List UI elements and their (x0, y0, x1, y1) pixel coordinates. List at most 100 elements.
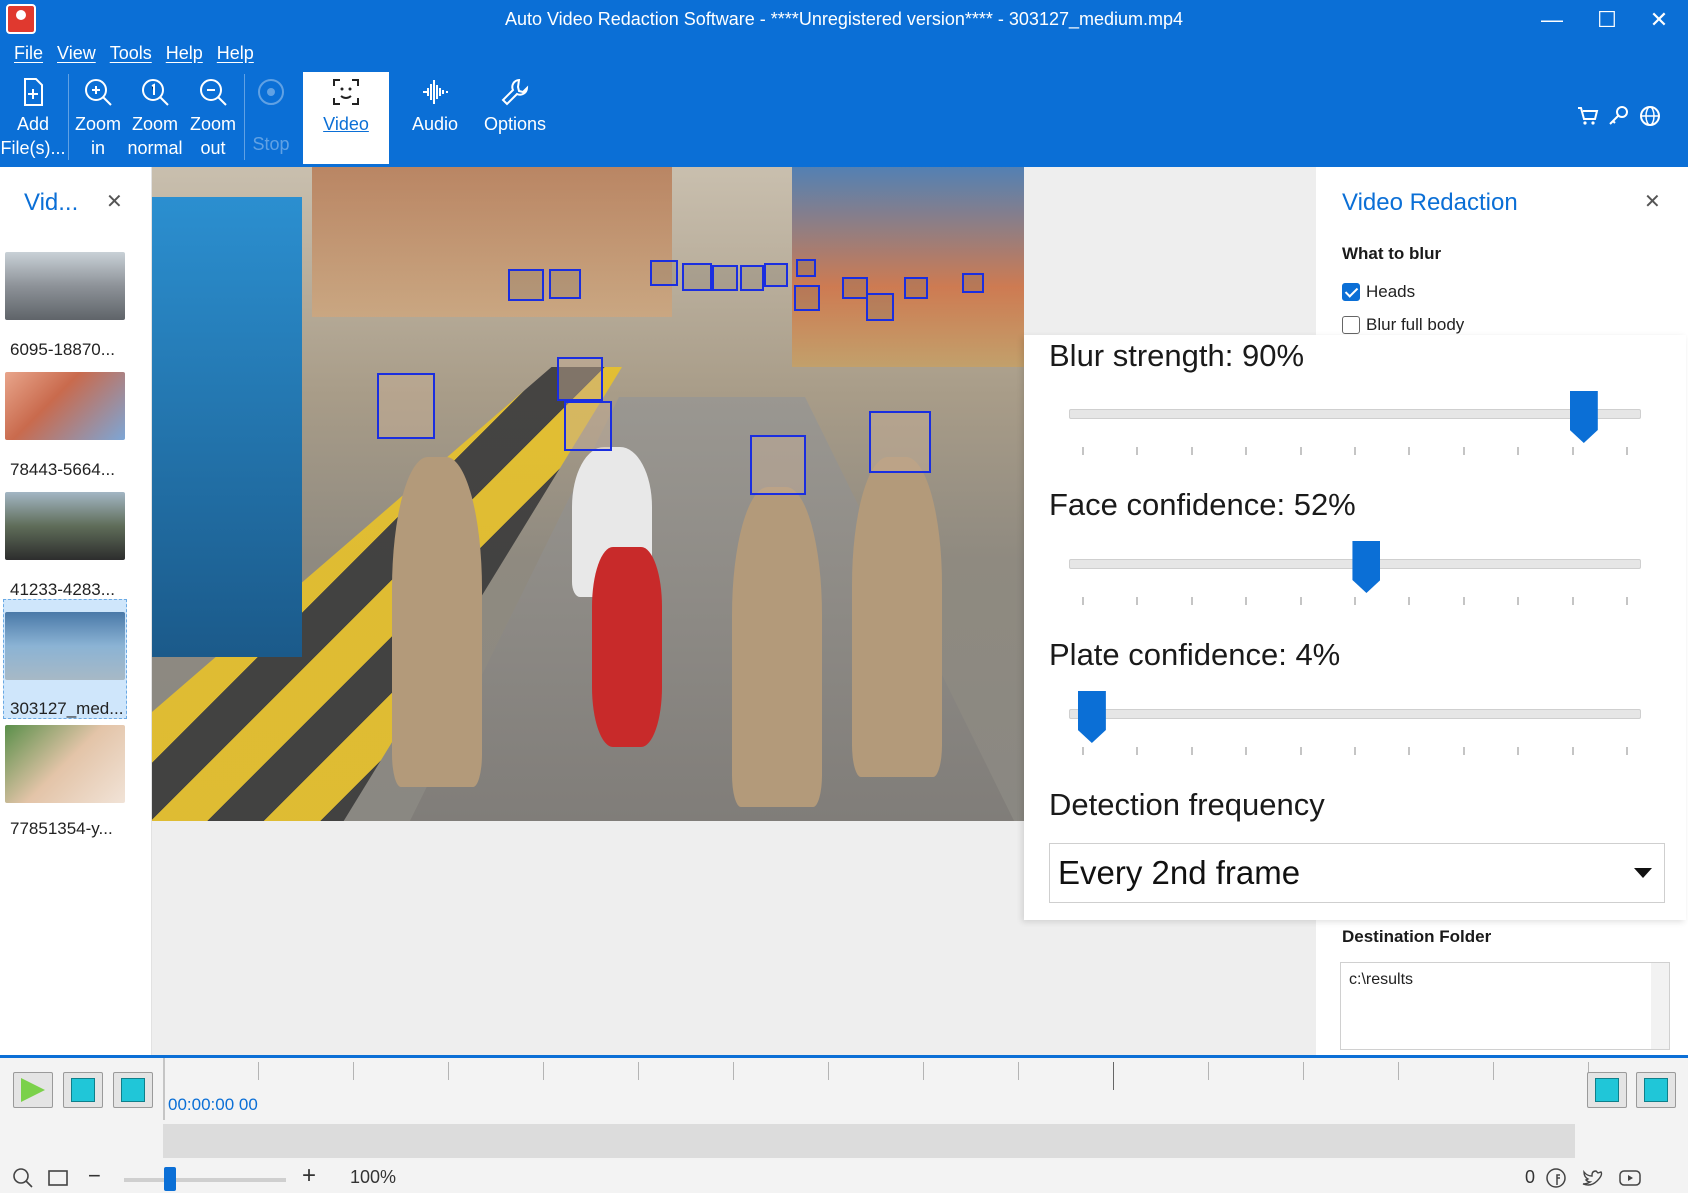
face-detection-box[interactable] (764, 263, 788, 287)
zoom-in-button[interactable]: Zoom in (70, 72, 126, 164)
youtube-icon[interactable] (1618, 1167, 1642, 1193)
video-frame[interactable] (152, 167, 1024, 821)
face-detection-box[interactable] (557, 357, 603, 401)
next-frame-button[interactable] (1587, 1072, 1627, 1108)
blur-full-body-checkbox[interactable]: Blur full body (1342, 316, 1464, 334)
plate-confidence-ticks (1082, 747, 1628, 755)
zoom-normal-button[interactable]: Zoom normal (126, 72, 184, 164)
face-scan-icon (333, 79, 359, 105)
file-name[interactable]: 6095-18870... (10, 340, 115, 360)
detection-frequency-dropdown[interactable]: Every 2nd frame (1049, 843, 1665, 903)
zoom-normal-icon (142, 79, 169, 106)
globe-icon[interactable] (1638, 104, 1662, 134)
add-files-label: Add File(s)... (0, 114, 66, 158)
zoom-reset-icon[interactable] (12, 1167, 34, 1193)
face-detection-box[interactable] (866, 293, 894, 321)
plate-confidence-slider-thumb[interactable] (1077, 691, 1106, 743)
zoom-slider[interactable] (124, 1178, 286, 1182)
menu-tools[interactable]: Tools (110, 43, 152, 64)
blur-strength-slider-thumb[interactable] (1569, 391, 1598, 443)
heads-checkbox[interactable]: Heads (1342, 282, 1415, 302)
skip-to-end-button[interactable] (1636, 1072, 1676, 1108)
heads-checkbox-box[interactable] (1342, 283, 1360, 301)
panel-close-button[interactable]: ✕ (1644, 189, 1661, 214)
person (852, 457, 942, 777)
face-detection-box[interactable] (712, 265, 738, 291)
ruler-tick (353, 1062, 354, 1080)
maximize-button[interactable]: ☐ (1589, 6, 1625, 34)
file-panel-close-button[interactable]: ✕ (106, 189, 123, 214)
zoom-slider-thumb[interactable] (164, 1167, 176, 1191)
timeline-track[interactable] (163, 1124, 1575, 1158)
file-name[interactable]: 41233-4283... (10, 580, 115, 600)
file-thumbnail[interactable] (5, 492, 125, 560)
face-confidence-label: Face confidence: 52% (1049, 487, 1356, 522)
face-detection-box[interactable] (377, 373, 435, 439)
face-detection-box[interactable] (508, 269, 544, 301)
destination-folder-field[interactable]: c:\results (1340, 962, 1670, 1050)
file-thumbnail[interactable] (5, 372, 125, 440)
destination-scrollbar[interactable] (1651, 963, 1669, 1049)
skip-back-icon (71, 1078, 95, 1102)
face-detection-box[interactable] (682, 263, 712, 291)
menu-help[interactable]: Help (166, 43, 203, 64)
play-button[interactable] (13, 1072, 53, 1108)
key-icon[interactable] (1607, 104, 1631, 134)
file-thumbnail[interactable] (5, 252, 125, 320)
zoom-out-icon (200, 79, 227, 106)
fit-screen-icon[interactable] (46, 1167, 70, 1193)
menu-help-2[interactable]: Help (217, 43, 254, 64)
file-name[interactable]: 78443-5664... (10, 460, 115, 480)
face-detection-box[interactable] (904, 277, 928, 299)
face-detection-box[interactable] (794, 285, 820, 311)
ruler-tick (733, 1062, 734, 1080)
previous-frame-button[interactable] (113, 1072, 153, 1108)
tab-audio[interactable]: Audio (405, 72, 465, 164)
zoom-out-button[interactable]: Zoom out (186, 72, 240, 164)
ruler-tick (1018, 1062, 1019, 1080)
panel-title: Video Redaction (1342, 189, 1518, 216)
plate-confidence-slider[interactable] (1069, 709, 1641, 719)
file-name[interactable]: 303127_med... (10, 699, 123, 719)
facebook-icon[interactable] (1545, 1167, 1567, 1193)
title-bar: Auto Video Redaction Software - ****Unre… (0, 0, 1688, 40)
face-detection-box[interactable] (750, 435, 806, 495)
file-thumbnail[interactable] (5, 725, 125, 803)
face-detection-box[interactable] (740, 265, 764, 291)
zoom-level: 100% (350, 1167, 397, 1187)
zoom-normal-label: Zoom normal (127, 114, 183, 158)
face-confidence-slider-thumb[interactable] (1352, 541, 1381, 593)
stop-button[interactable]: Stop (248, 72, 294, 164)
face-detection-box[interactable] (650, 260, 678, 286)
face-detection-box[interactable] (549, 269, 581, 299)
skip-to-start-button[interactable] (63, 1072, 103, 1108)
minimize-button[interactable]: — (1534, 6, 1570, 34)
zoom-in-label: Zoom in (74, 114, 121, 158)
audio-wave-icon (423, 80, 448, 104)
face-detection-box[interactable] (842, 277, 868, 299)
face-detection-box[interactable] (796, 259, 816, 277)
face-detection-box[interactable] (869, 411, 931, 473)
blur-strength-slider[interactable] (1069, 409, 1641, 419)
zoom-out-minus-icon[interactable]: − (88, 1163, 101, 1189)
timeline-ruler[interactable] (163, 1062, 1589, 1090)
close-window-button[interactable]: ✕ (1641, 6, 1677, 34)
audio-label: Audio (411, 114, 459, 134)
add-files-button[interactable]: Add File(s)... (0, 72, 66, 164)
menu-file[interactable]: File (14, 43, 43, 64)
twitter-icon[interactable] (1580, 1167, 1604, 1193)
menu-view[interactable]: View (57, 43, 96, 64)
face-detection-box[interactable] (962, 273, 984, 293)
tab-options[interactable]: Options (480, 72, 550, 164)
file-name[interactable]: 77851354-y... (10, 819, 113, 839)
destination-folder-value: c:\results (1349, 971, 1414, 988)
cart-icon[interactable] (1576, 104, 1600, 134)
file-thumbnail[interactable] (5, 612, 125, 680)
skip-forward-icon (1644, 1078, 1668, 1102)
blur-strength-label: Blur strength: 90% (1049, 338, 1305, 373)
zoom-in-plus-icon[interactable]: + (302, 1162, 316, 1190)
blur-full-body-checkbox-box[interactable] (1342, 316, 1360, 334)
face-detection-box[interactable] (564, 401, 612, 451)
tab-video[interactable]: Video (303, 72, 389, 164)
step-forward-icon (1595, 1078, 1619, 1102)
